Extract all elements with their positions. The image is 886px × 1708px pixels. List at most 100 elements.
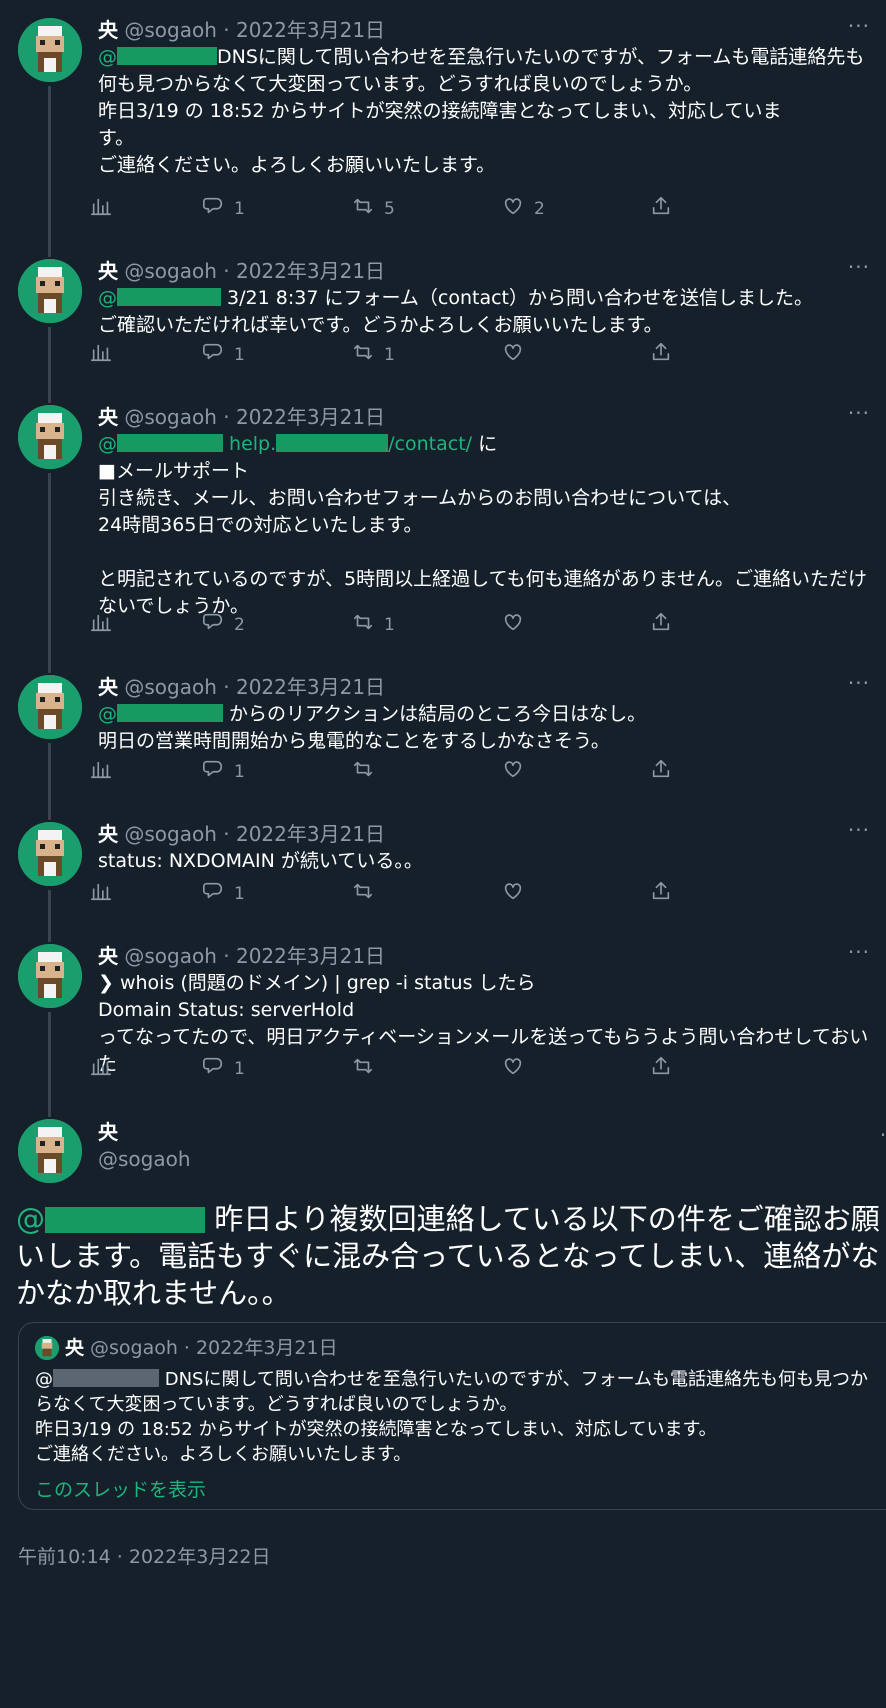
show-thread-link[interactable]: このスレッドを表示 <box>35 1475 885 1502</box>
handle[interactable]: @sogaoh <box>124 944 217 968</box>
mention-link[interactable]: @ <box>98 433 117 455</box>
share-button[interactable] <box>650 195 672 222</box>
retweet-button[interactable] <box>352 1055 374 1082</box>
retweet-icon <box>352 880 374 907</box>
thread-tweet[interactable]: 央 @sogaoh · 2022年3月21日 ··· status: NXDOMAI… <box>0 804 886 942</box>
thread-tweet[interactable]: 央 @sogaoh · 2022年3月21日 ··· ❯ whois (問題のドメイ… <box>0 926 886 1117</box>
like-button[interactable] <box>502 758 524 785</box>
share-button[interactable] <box>650 611 672 638</box>
mention-link[interactable]: @ <box>98 703 117 725</box>
handle[interactable]: @sogaoh <box>124 675 217 699</box>
retweet-icon <box>352 611 374 638</box>
tweet-date[interactable]: 2022年3月21日 <box>236 18 385 42</box>
handle[interactable]: @sogaoh <box>124 18 217 42</box>
avatar[interactable] <box>18 259 82 323</box>
like-button[interactable] <box>502 1055 524 1082</box>
reply-button[interactable]: 2 <box>202 611 245 638</box>
mention-link[interactable]: @ <box>98 287 117 309</box>
retweet-button[interactable]: 5 <box>352 195 395 222</box>
avatar[interactable] <box>18 18 82 82</box>
tweet-header: 央 @sogaoh · 2022年3月21日 <box>98 657 870 701</box>
analytics-button[interactable] <box>90 195 112 222</box>
reply-count: 1 <box>234 761 245 782</box>
tweet-date[interactable]: 2022年3月21日 <box>236 405 385 429</box>
analytics-button[interactable] <box>90 611 112 638</box>
display-name[interactable]: 央 <box>98 822 118 846</box>
more-icon[interactable]: ··· <box>880 1123 886 1147</box>
avatar[interactable] <box>18 675 82 739</box>
url-link[interactable]: /contact/ <box>388 433 472 455</box>
reply-button[interactable]: 1 <box>202 341 245 368</box>
reply-button[interactable]: 1 <box>202 758 245 785</box>
retweet-icon <box>352 195 374 222</box>
like-button[interactable] <box>502 341 524 368</box>
display-name[interactable]: 央 <box>98 18 118 42</box>
share-button[interactable] <box>650 758 672 785</box>
share-icon <box>650 1055 672 1082</box>
mention-link[interactable]: @ <box>98 46 117 68</box>
display-name[interactable]: 央 <box>98 405 118 429</box>
reply-count: 2 <box>234 614 245 635</box>
focal-handle[interactable]: @sogaoh <box>98 1146 191 1173</box>
analytics-button[interactable] <box>90 758 112 785</box>
retweet-button[interactable]: 1 <box>352 341 395 368</box>
retweet-button[interactable] <box>352 758 374 785</box>
thread-tweet[interactable]: 央 @sogaoh · 2022年3月21日 ··· @ help./contact… <box>0 387 886 673</box>
retweet-button[interactable] <box>352 880 374 907</box>
reply-button[interactable]: 1 <box>202 880 245 907</box>
tweet-date[interactable]: 2022年3月21日 <box>236 259 385 283</box>
more-icon[interactable]: ··· <box>848 940 870 964</box>
like-button[interactable]: 2 <box>502 195 545 222</box>
tweet-text: @ help. /contact/ に ■メールサポート 引き続き、メール、お問い… <box>98 431 870 620</box>
analytics-icon <box>90 611 112 638</box>
share-button[interactable] <box>650 1055 672 1082</box>
quote-text: @ DNSに関して問い合わせを至急行いたいのですが、フォームも電話連絡先も何も見… <box>35 1369 869 1465</box>
separator: · <box>216 18 236 42</box>
analytics-button[interactable] <box>90 341 112 368</box>
quoted-tweet[interactable]: 央 @sogaoh · 2022年3月21日 @ DNSに関して問い合わせを至急… <box>18 1322 886 1510</box>
avatar[interactable] <box>18 1119 82 1183</box>
share-icon <box>650 611 672 638</box>
handle[interactable]: @sogaoh <box>124 405 217 429</box>
analytics-icon <box>90 341 112 368</box>
thread-tweet[interactable]: 央 @sogaoh · 2022年3月21日 ··· @ 3/21 8:37 にフォ… <box>0 241 886 403</box>
url-link[interactable]: help. <box>223 433 276 455</box>
handle[interactable]: @sogaoh <box>124 822 217 846</box>
thread-tweet[interactable]: 央 @sogaoh · 2022年3月21日 ··· @ からのリアクションは結局の… <box>0 657 886 820</box>
quote-display-name: 央 <box>65 1337 85 1359</box>
share-button[interactable] <box>650 880 672 907</box>
redaction-bar <box>53 1369 159 1387</box>
reply-icon <box>202 1055 224 1082</box>
handle[interactable]: @sogaoh <box>124 259 217 283</box>
thread-tweet[interactable]: 央 @sogaoh · 2022年3月21日 ··· @ DNSに関して問い合わせを至… <box>0 0 886 257</box>
focal-display-name[interactable]: 央 <box>98 1119 191 1146</box>
more-icon[interactable]: ··· <box>848 14 870 38</box>
avatar[interactable] <box>18 405 82 469</box>
like-button[interactable] <box>502 611 524 638</box>
focal-timestamp[interactable]: 午前10:14 · 2022年3月22日 <box>18 1542 271 1569</box>
tweet-date[interactable]: 2022年3月21日 <box>236 822 385 846</box>
more-icon[interactable]: ··· <box>848 401 870 425</box>
reply-button[interactable]: 1 <box>202 195 245 222</box>
like-button[interactable] <box>502 880 524 907</box>
analytics-button[interactable] <box>90 880 112 907</box>
more-icon[interactable]: ··· <box>848 818 870 842</box>
tweet-header: 央 @sogaoh · 2022年3月21日 <box>98 241 870 285</box>
avatar[interactable] <box>18 944 82 1008</box>
reply-button[interactable]: 1 <box>202 1055 245 1082</box>
more-icon[interactable]: ··· <box>848 671 870 695</box>
display-name[interactable]: 央 <box>98 944 118 968</box>
mention-link[interactable]: @ <box>16 1202 205 1236</box>
tweet-date[interactable]: 2022年3月21日 <box>236 675 385 699</box>
tweet-date[interactable]: 2022年3月21日 <box>236 944 385 968</box>
retweet-button[interactable]: 1 <box>352 611 395 638</box>
analytics-button[interactable] <box>90 1055 112 1082</box>
avatar[interactable] <box>18 822 82 886</box>
more-icon[interactable]: ··· <box>848 255 870 279</box>
like-icon <box>502 1055 524 1082</box>
display-name[interactable]: 央 <box>98 259 118 283</box>
share-icon <box>650 341 672 368</box>
share-button[interactable] <box>650 341 672 368</box>
redaction-bar <box>117 288 221 306</box>
display-name[interactable]: 央 <box>98 675 118 699</box>
